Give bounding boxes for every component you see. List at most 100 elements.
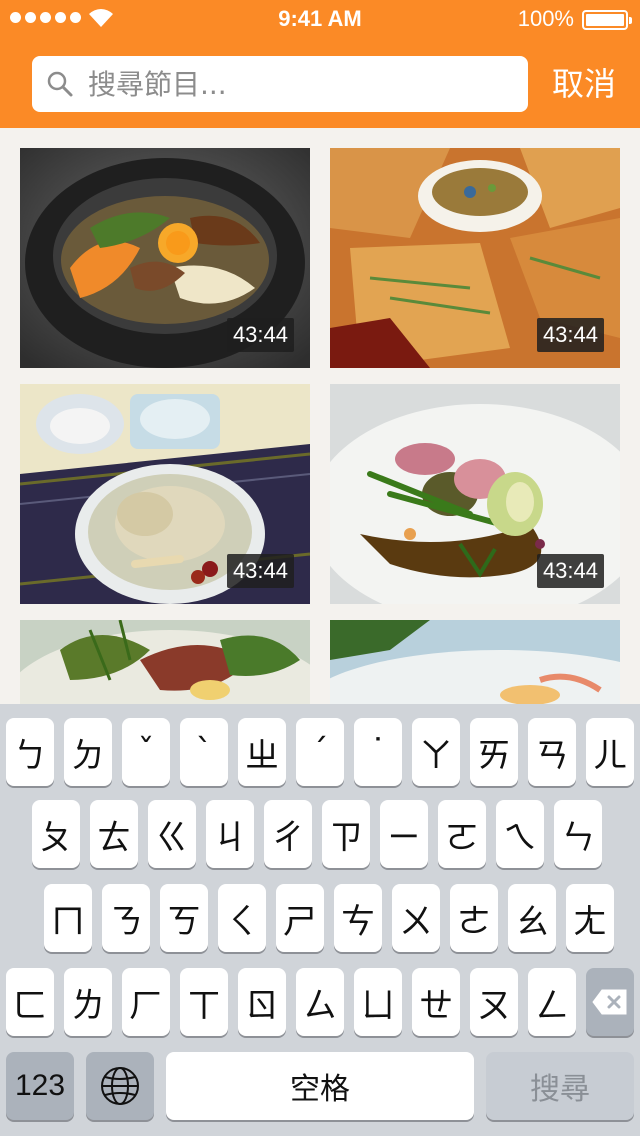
key-4-row3[interactable]: ㄕ — [276, 884, 324, 952]
key-2-row1[interactable]: ˇ — [122, 718, 170, 786]
key-label: ˇ — [137, 732, 155, 772]
result-card[interactable] — [330, 620, 620, 704]
result-card[interactable]: 43:44 — [20, 384, 310, 604]
results-grid: 43:44 43:44 43:44 43:44 — [0, 128, 640, 704]
key-1-row1[interactable]: ㄉ — [64, 718, 112, 786]
key-label: ㄛ — [445, 817, 479, 858]
search-bar[interactable] — [32, 56, 528, 112]
key-label: ㄦ — [593, 735, 627, 776]
status-bar: 9:41 AM 100% — [0, 0, 640, 40]
key-label: ㄕ — [283, 901, 317, 942]
key-label: ˋ — [195, 732, 213, 772]
key-0-row4[interactable]: ㄈ — [6, 968, 54, 1036]
key-2-row3[interactable]: ㄎ — [160, 884, 208, 952]
key-4-row4[interactable]: ㄖ — [238, 968, 286, 1036]
key-label: ㄌ — [71, 985, 105, 1026]
result-card[interactable]: 43:44 — [330, 384, 620, 604]
key-9-row2[interactable]: ㄣ — [554, 800, 602, 868]
key-5-row3[interactable]: ㄘ — [334, 884, 382, 952]
key-label: ㄩ — [361, 985, 395, 1026]
key-label: ㄥ — [535, 985, 569, 1026]
key-3-row4[interactable]: ㄒ — [180, 968, 228, 1036]
key-label: ㄑ — [225, 901, 259, 942]
key-label: ㄆ — [39, 817, 73, 858]
key-label: 搜尋 — [530, 1072, 590, 1107]
key-5-row2[interactable]: ㄗ — [322, 800, 370, 868]
key-9-row4[interactable]: ㄥ — [528, 968, 576, 1036]
battery-percentage: 100% — [517, 6, 574, 31]
key-5-row1[interactable]: ˊ — [296, 718, 344, 786]
key-3-row3[interactable]: ㄑ — [218, 884, 266, 952]
key-label: ㄠ — [515, 901, 549, 942]
key-label: ㄒ — [187, 985, 221, 1026]
key-7-row3[interactable]: ㄜ — [450, 884, 498, 952]
result-card[interactable] — [20, 620, 310, 704]
battery-icon — [582, 10, 632, 30]
search-icon — [47, 71, 73, 97]
key-label: ㄗ — [329, 817, 363, 858]
cancel-button[interactable]: 取消 — [552, 60, 616, 108]
result-card[interactable]: 43:44 — [20, 148, 310, 368]
key-3-row2[interactable]: ㄐ — [206, 800, 254, 868]
key-9-row3[interactable]: ㄤ — [566, 884, 614, 952]
key-6-row4[interactable]: ㄩ — [354, 968, 402, 1036]
key-1-row3[interactable]: ㄋ — [102, 884, 150, 952]
key-label: ㄓ — [245, 735, 279, 776]
key-label: ㄤ — [573, 901, 607, 942]
key-3-row1[interactable]: ˋ — [180, 718, 228, 786]
key-7-row4[interactable]: ㄝ — [412, 968, 460, 1036]
salad-image — [20, 620, 310, 704]
key-label: ㄔ — [271, 817, 305, 858]
key-0-row2[interactable]: ㄆ — [32, 800, 80, 868]
key-label: ㄉ — [71, 735, 105, 776]
key-label: ㄇ — [51, 901, 85, 942]
key-7-row1[interactable]: ㄚ — [412, 718, 460, 786]
key-8-row4[interactable]: ㄡ — [470, 968, 518, 1036]
globe-icon — [101, 1067, 139, 1105]
key-6-row1[interactable]: ˙ — [354, 718, 402, 786]
result-card[interactable]: 43:44 — [330, 148, 620, 368]
key-label: ㄏ — [129, 985, 163, 1026]
key-2-row4[interactable]: ㄏ — [122, 968, 170, 1036]
key-label: ㄖ — [245, 985, 279, 1026]
key-label: ㄈ — [13, 985, 47, 1026]
backspace-key[interactable] — [586, 968, 634, 1036]
key-label: ˊ — [311, 732, 329, 772]
key-8-row3[interactable]: ㄠ — [508, 884, 556, 952]
key-1-row4[interactable]: ㄌ — [64, 968, 112, 1036]
key-label: ㄅ — [13, 735, 47, 776]
key-4-row1[interactable]: ㄓ — [238, 718, 286, 786]
search-key[interactable]: 搜尋 — [486, 1052, 634, 1120]
seafood-plate-image — [330, 620, 620, 704]
key-label: ㄝ — [419, 985, 453, 1026]
key-label: ㄐ — [213, 817, 247, 858]
key-4-row2[interactable]: ㄔ — [264, 800, 312, 868]
key-6-row2[interactable]: ㄧ — [380, 800, 428, 868]
key-8-row1[interactable]: ㄞ — [470, 718, 518, 786]
globe-key[interactable] — [86, 1052, 154, 1120]
key-10-row1[interactable]: ㄦ — [586, 718, 634, 786]
key-label: ㄡ — [477, 985, 511, 1026]
key-0-row1[interactable]: ㄅ — [6, 718, 54, 786]
key-6-row3[interactable]: ㄨ — [392, 884, 440, 952]
key-9-row1[interactable]: ㄢ — [528, 718, 576, 786]
key-label: ㄟ — [503, 817, 537, 858]
search-input[interactable] — [88, 67, 508, 101]
key-8-row2[interactable]: ㄟ — [496, 800, 544, 868]
key-label: ㄍ — [155, 817, 189, 858]
key-5-row4[interactable]: ㄙ — [296, 968, 344, 1036]
key-label: ㄋ — [109, 901, 143, 942]
key-2-row2[interactable]: ㄍ — [148, 800, 196, 868]
key-7-row2[interactable]: ㄛ — [438, 800, 486, 868]
key-label: ㄎ — [167, 901, 201, 942]
key-1-row2[interactable]: ㄊ — [90, 800, 138, 868]
numbers-key[interactable]: 123 — [6, 1052, 74, 1120]
key-label: ㄧ — [387, 817, 421, 858]
key-label: ㄣ — [561, 817, 595, 858]
key-label: ㄜ — [457, 901, 491, 942]
key-label: 空格 — [290, 1072, 350, 1107]
key-0-row3[interactable]: ㄇ — [44, 884, 92, 952]
duration-badge: 43:44 — [226, 554, 294, 588]
key-label: ㄘ — [341, 901, 375, 942]
space-key[interactable]: 空格 — [166, 1052, 474, 1120]
